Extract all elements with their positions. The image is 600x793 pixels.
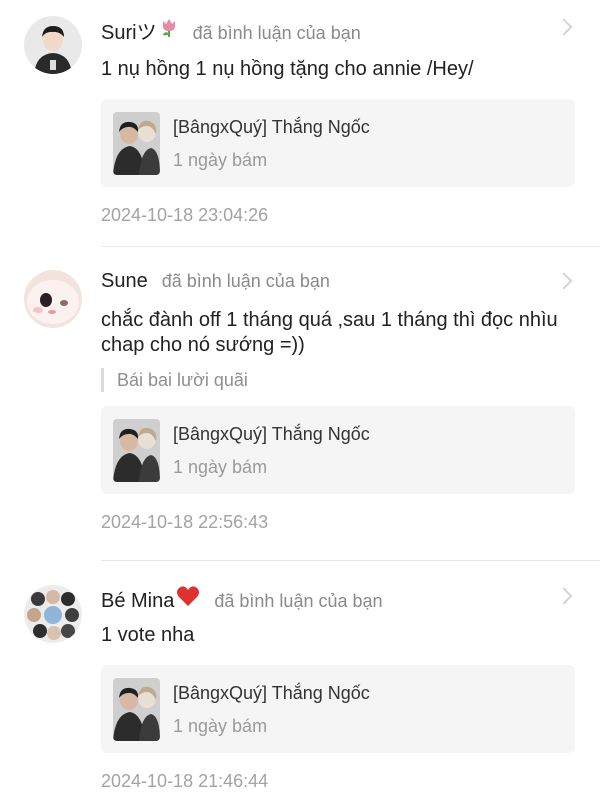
card-subtitle: 1 ngày bám xyxy=(173,149,268,170)
card-subtitle: 1 ngày bám xyxy=(173,715,268,736)
card-thumbnail xyxy=(113,111,160,175)
chapter-card[interactable]: [BângxQuý] Thắng Ngốc 1 ngày bám xyxy=(101,665,575,753)
chapter-card[interactable]: [BângxQuý] Thắng Ngốc 1 ngày bám xyxy=(101,99,575,187)
action-text: đã bình luận của bạn xyxy=(161,271,330,291)
card-text: [BângxQuý] Thắng Ngốc 1 ngày bám xyxy=(173,423,370,478)
card-thumbnail xyxy=(113,418,160,482)
username[interactable]: Suriツ xyxy=(101,16,157,45)
comment-item[interactable]: Sune đã bình luận của bạn chắc đành off … xyxy=(0,247,600,561)
timestamp: 2024-10-18 22:56:43 xyxy=(101,512,269,532)
comment-text: 1 nụ hồng 1 nụ hồng tặng cho annie /Hey/ xyxy=(101,58,474,80)
username[interactable]: Bé Mina xyxy=(101,590,174,613)
comment-item[interactable]: Suriツ đã bình luận của bạn 1 nụ hồng 1 n… xyxy=(0,0,600,247)
comment-item[interactable]: Bé Mina đã bình luận của bạn 1 vote nha xyxy=(0,561,600,793)
timestamp: 2024-10-18 21:46:44 xyxy=(101,771,269,791)
action-text: đã bình luận của bạn xyxy=(192,23,361,43)
card-text: [BângxQuý] Thắng Ngốc 1 ngày bám xyxy=(173,116,370,171)
username[interactable]: Sune xyxy=(101,270,148,293)
red-heart-emoji xyxy=(176,585,200,612)
notification-feed: Suriツ đã bình luận của bạn 1 nụ hồng 1 n… xyxy=(0,0,600,793)
avatar[interactable] xyxy=(24,16,82,74)
avatar[interactable] xyxy=(24,585,82,643)
action-text: đã bình luận của bạn xyxy=(214,591,383,611)
comment-text: 1 vote nha xyxy=(101,624,195,646)
card-thumbnail xyxy=(113,677,160,741)
quoted-reply: Bái bai lười quãi xyxy=(101,368,576,392)
chapter-card[interactable]: [BângxQuý] Thắng Ngốc 1 ngày bám xyxy=(101,406,575,494)
card-title: [BângxQuý] Thắng Ngốc xyxy=(173,116,370,137)
comment-text: chắc đành off 1 tháng quá ,sau 1 tháng t… xyxy=(101,309,558,356)
comment-header: Suriツ đã bình luận của bạn xyxy=(101,16,576,45)
timestamp: 2024-10-18 23:04:26 xyxy=(101,205,269,225)
card-title: [BângxQuý] Thắng Ngốc xyxy=(173,682,370,703)
tulip-emoji xyxy=(159,17,179,44)
card-text: [BângxQuý] Thắng Ngốc 1 ngày bám xyxy=(173,682,370,737)
card-title: [BângxQuý] Thắng Ngốc xyxy=(173,423,370,444)
comment-header: Sune đã bình luận của bạn xyxy=(101,270,576,296)
avatar[interactable] xyxy=(24,270,82,328)
card-subtitle: 1 ngày bám xyxy=(173,456,268,477)
comment-header: Bé Mina đã bình luận của bạn xyxy=(101,585,576,613)
